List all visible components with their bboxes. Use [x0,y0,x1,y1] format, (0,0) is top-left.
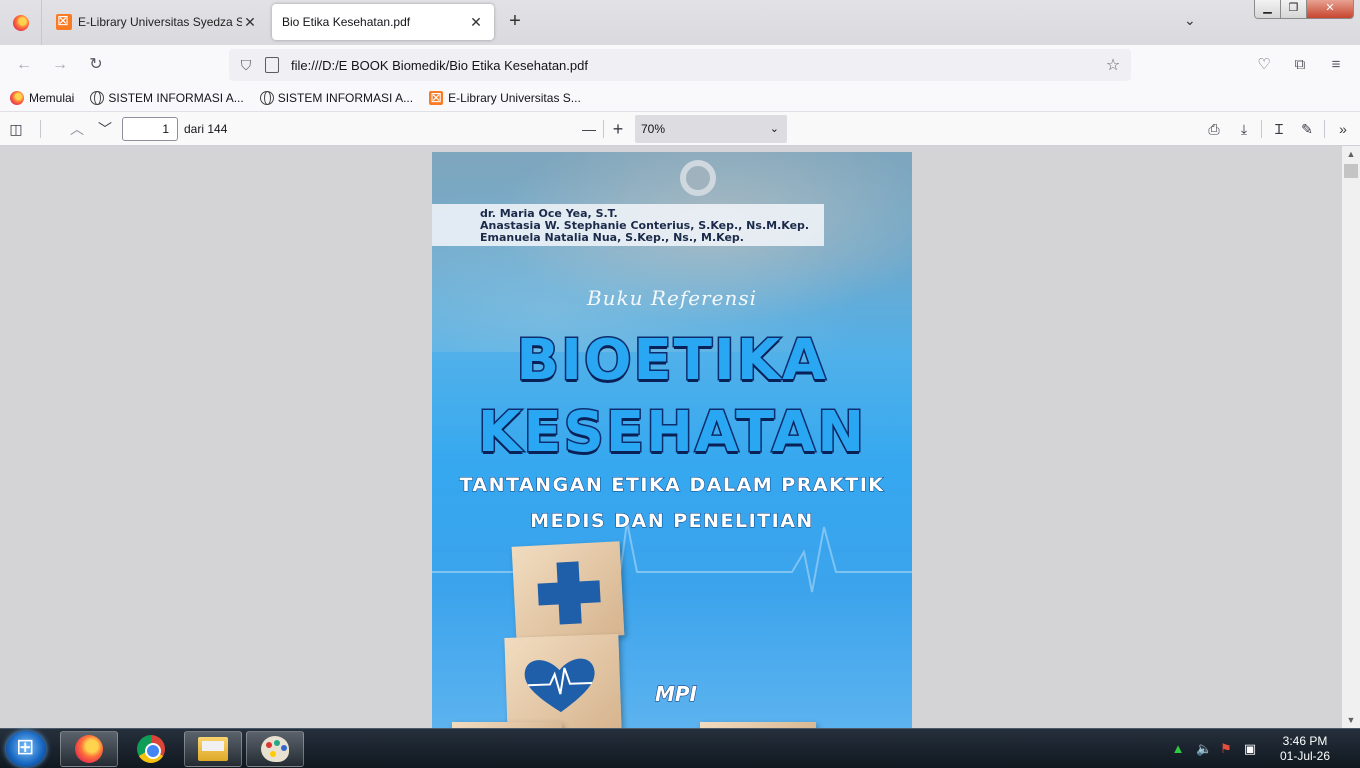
toolbar-divider [1324,120,1325,138]
windows-taskbar: ▲ 🔈 ⚑ ▣ 3:46 PM 01-Jul-26 [0,728,1360,768]
pocket-icon[interactable]: ♡ [1253,54,1275,76]
zoom-value: 70% [641,122,666,136]
xampp-icon [56,12,72,30]
sidebar-toggle-icon[interactable]: ◫ [5,118,27,140]
globe-icon [259,91,274,105]
firefox-icon [10,91,24,105]
action-center-flag-icon[interactable]: ⚑ [1218,741,1234,757]
cover-title-line-1: BIOETIKA [515,327,828,395]
vertical-scrollbar[interactable]: ▲ ▼ [1342,146,1360,728]
toolbar-divider [40,120,41,138]
zoom-in-icon[interactable]: + [607,118,629,140]
bookmark-label: Memulai [29,91,75,105]
page-number-input[interactable]: 1 [122,117,178,141]
cover-subtitle-line-2: MEDIS DAN PENELITIAN [530,510,814,533]
bookmark-elibrary[interactable]: E-Library Universitas S... [429,89,581,106]
publisher-logo: MPI [654,682,697,707]
firefox-view-button[interactable] [0,0,42,45]
clock-time: 3:46 PM [1282,734,1328,748]
chrome-icon [137,735,165,763]
restore-icon[interactable]: ❐ [1281,0,1307,18]
cover-title-line-2: KESEHATAN [476,399,867,467]
chevron-down-icon: ⌄ [769,123,779,135]
forward-arrow-icon[interactable]: → [48,53,72,77]
toolbar-divider [603,120,604,138]
new-tab-button[interactable]: + [504,10,526,34]
drive-icon[interactable]: ▲ [1170,741,1186,757]
heart-icon [524,658,595,713]
taskbar-file-explorer[interactable] [184,731,242,767]
stethoscope-icon [680,160,716,196]
tab-strip: E-Library Universitas Syedza Saintika ✕ … [0,0,1360,45]
pdf-viewer[interactable]: dr. Maria Oce Yea, S.T. Anastasia W. Ste… [0,146,1360,728]
tab-title: Bio Etika Kesehatan.pdf [282,15,411,29]
tab-close-icon[interactable]: ✕ [242,14,258,31]
pdf-toolbar: ◫ ︿ ﹀ 1 dari 144 — + 70% ⌄ ⎙ ⤓ Ɪ ✎ » [0,112,1360,146]
window-controls: ▁ ❐ ✕ [1254,0,1354,19]
list-all-tabs-chevron-icon[interactable]: ⌄ [1184,12,1196,29]
bookmark-sistem-informasi-1[interactable]: SISTEM INFORMASI A... [90,91,244,105]
navigation-toolbar: ← → ↻ ⛉ file:///D:/E BOOK Biomedik/Bio E… [0,45,1360,85]
globe-icon [90,91,105,105]
scroll-down-icon[interactable]: ▼ [1342,712,1360,728]
tools-double-chevron-icon[interactable]: » [1332,118,1354,140]
folder-icon [198,737,228,761]
zoom-out-icon[interactable]: — [578,118,600,140]
volume-muted-icon[interactable]: 🔈 [1196,741,1212,757]
zoom-select[interactable]: 70% ⌄ [635,115,787,143]
paint-palette-icon [261,736,289,762]
tab-bio-etika-pdf[interactable]: Bio Etika Kesehatan.pdf ✕ [272,4,494,40]
shield-icon[interactable]: ⛉ [237,57,255,74]
back-arrow-icon[interactable]: ← [12,53,36,77]
bookmark-label: SISTEM INFORMASI A... [108,91,244,105]
firefox-icon [12,14,29,31]
taskbar-chrome[interactable] [122,731,180,767]
medical-cross-bar [537,580,601,606]
series-label: Buku Referensi [586,286,757,310]
wooden-block-heart [504,634,622,728]
tab-close-icon[interactable]: ✕ [468,14,484,31]
bookmark-label: E-Library Universitas S... [448,91,581,105]
previous-page-chevron-icon[interactable]: ︿ [66,118,88,140]
cover-subtitle-line-1: TANTANGAN ETIKA DALAM PRAKTIK [459,474,885,497]
save-download-icon[interactable]: ⤓ [1233,118,1255,140]
toolbar-divider [1261,120,1262,138]
wooden-block-cross [511,541,625,641]
next-page-chevron-icon[interactable]: ﹀ [94,118,116,140]
firefox-icon [75,735,103,763]
print-icon[interactable]: ⎙ [1203,118,1225,140]
taskbar-firefox[interactable] [60,731,118,767]
page-icon [265,57,279,73]
reload-icon[interactable]: ↻ [84,53,108,77]
text-cursor-icon[interactable]: Ɪ [1268,118,1290,140]
bookmark-memulai[interactable]: Memulai [10,91,74,105]
window-close-icon[interactable]: ✕ [1307,0,1353,18]
tab-elibrary[interactable]: E-Library Universitas Syedza Saintika ✕ [46,4,268,40]
network-icon[interactable]: ▣ [1242,741,1258,757]
bookmark-star-icon[interactable]: ☆ [1103,55,1123,75]
cover-photo-hands [432,152,912,352]
scroll-up-icon[interactable]: ▲ [1342,146,1360,162]
bookmark-label: SISTEM INFORMASI A... [277,91,414,105]
start-button[interactable] [6,731,46,767]
draw-pencil-icon[interactable]: ✎ [1296,118,1318,140]
tab-title: E-Library Universitas Syedza Saintika [78,15,242,29]
url-text[interactable]: file:///D:/E BOOK Biomedik/Bio Etika Kes… [291,58,1103,73]
taskbar-paint[interactable] [246,731,304,767]
bookmark-sistem-informasi-2[interactable]: SISTEM INFORMASI A... [259,91,414,105]
authors-banner: dr. Maria Oce Yea, S.T. Anastasia W. Ste… [432,204,824,246]
author-3: Emanuela Natalia Nua, S.Kep., Ns., M.Kep… [480,231,744,244]
url-bar[interactable]: ⛉ file:///D:/E BOOK Biomedik/Bio Etika K… [229,49,1131,81]
xampp-icon [429,89,444,106]
clock-date: 01-Jul-26 [1279,749,1331,763]
hamburger-menu-icon[interactable]: ≡ [1325,54,1347,76]
system-clock[interactable]: 3:46 PM 01-Jul-26 [1272,734,1338,764]
scrollbar-thumb[interactable] [1344,164,1358,178]
page-total-label: dari 144 [184,122,228,136]
book-cover-page: dr. Maria Oce Yea, S.T. Anastasia W. Ste… [432,152,912,728]
extensions-icon[interactable]: ⧉ [1289,54,1311,76]
bookmarks-toolbar: Memulai SISTEM INFORMASI A... SISTEM INF… [0,85,1360,112]
minimize-icon[interactable]: ▁ [1255,0,1281,18]
